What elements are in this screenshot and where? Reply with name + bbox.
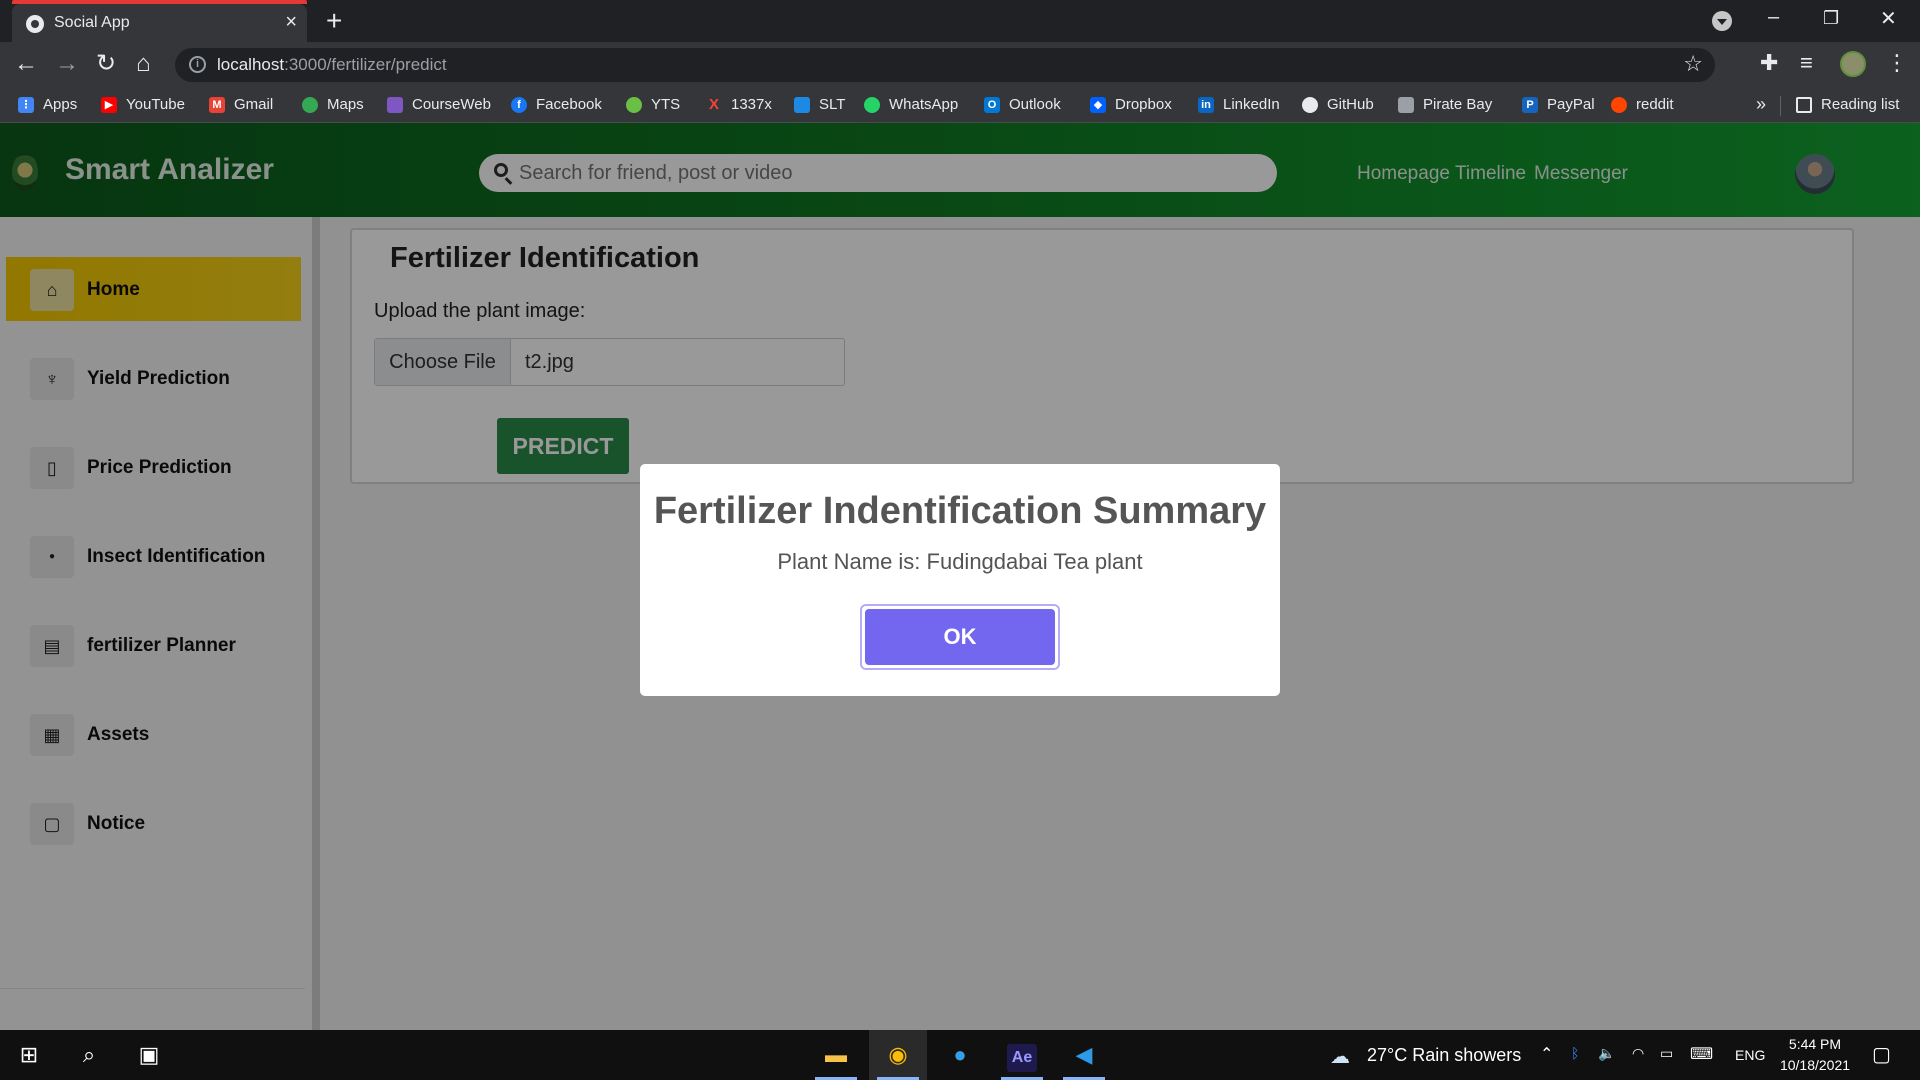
restore-button[interactable]: ❐: [1823, 8, 1839, 29]
apps-grid-icon: ⋮: [18, 96, 34, 113]
bookmark-gmail[interactable]: M Gmail: [209, 96, 273, 113]
close-window-button[interactable]: ✕: [1880, 6, 1897, 31]
pirate-bay-icon: [1398, 96, 1414, 113]
bookmark-apps[interactable]: ⋮ Apps: [18, 96, 77, 113]
youtube-icon: ▶: [101, 96, 117, 113]
vscode-icon[interactable]: ◀: [1055, 1030, 1113, 1080]
modal-title: Fertilizer Indentification Summary: [653, 490, 1267, 532]
home-icon[interactable]: ⌂: [136, 50, 151, 78]
x-icon: X: [708, 95, 719, 113]
ok-button-focus-ring: OK: [860, 604, 1060, 670]
weather-text[interactable]: 27°C Rain showers: [1367, 1045, 1521, 1066]
paypal-icon: P: [1522, 96, 1538, 113]
weather-cloud-icon: ☁: [1330, 1046, 1350, 1068]
maps-pin-icon: [302, 96, 318, 113]
reading-list-button[interactable]: Reading list: [1796, 96, 1899, 113]
tab-favicon-icon: [26, 15, 44, 33]
bookmark-pirate-bay[interactable]: Pirate Bay: [1398, 96, 1492, 113]
browser-tab-strip: Social App × + – ❐ ✕: [0, 0, 1920, 42]
clock-time: 5:44 PM: [1788, 1036, 1842, 1052]
bookmark-star-icon[interactable]: ☆: [1683, 51, 1703, 77]
search-icon[interactable]: ⌕: [60, 1030, 118, 1080]
windows-start-icon[interactable]: ⊞: [0, 1030, 58, 1080]
file-explorer-icon[interactable]: ▬: [807, 1030, 865, 1080]
outlook-icon: O: [984, 96, 1000, 113]
back-arrow-icon[interactable]: ←: [14, 50, 38, 78]
site-info-icon[interactable]: i: [189, 56, 206, 73]
show-hidden-icons-icon[interactable]: ⌃: [1540, 1044, 1553, 1064]
edge-icon[interactable]: ●: [931, 1030, 989, 1080]
tab-search-icon[interactable]: [1712, 11, 1732, 31]
bookmark-linkedin[interactable]: in LinkedIn: [1198, 96, 1280, 113]
media-queue-icon[interactable]: ≡: [1800, 50, 1813, 76]
bookmark-yts[interactable]: YTS: [626, 96, 680, 113]
browser-tab[interactable]: Social App ×: [12, 4, 307, 42]
wifi-icon[interactable]: ◠: [1632, 1045, 1644, 1062]
more-bookmarks-button[interactable]: »: [1756, 94, 1766, 115]
reload-icon[interactable]: ↻: [96, 50, 116, 78]
github-icon: [1302, 96, 1318, 113]
facebook-icon: f: [511, 96, 527, 113]
clock-date: 10/18/2021: [1779, 1057, 1851, 1073]
language-indicator[interactable]: ENG: [1735, 1047, 1765, 1063]
minimize-button[interactable]: –: [1768, 6, 1779, 29]
keyboard-icon[interactable]: ⌨: [1690, 1044, 1713, 1064]
bookmark-paypal[interactable]: P PayPal: [1522, 96, 1595, 113]
bookmark-maps[interactable]: Maps: [302, 96, 364, 113]
chrome-icon[interactable]: ◉: [869, 1030, 927, 1080]
after-effects-icon[interactable]: Ae: [993, 1030, 1051, 1080]
yts-icon: [626, 96, 642, 113]
new-tab-button[interactable]: +: [326, 5, 342, 37]
reddit-icon: [1611, 96, 1627, 113]
system-clock[interactable]: 5:44 PM 10/18/2021: [1770, 1034, 1860, 1076]
address-bar[interactable]: i localhost:3000/fertilizer/predict ☆: [175, 48, 1715, 82]
ok-button[interactable]: OK: [865, 609, 1055, 665]
volume-icon[interactable]: 🔈: [1598, 1045, 1615, 1062]
windows-taskbar: ⊞ ⌕ ▣ ▬ ◉ ● Ae ◀ ☁ 27°C Rain showers ⌃ ᛒ…: [0, 1030, 1920, 1080]
browser-toolbar: ← → ↻ ⌂ i localhost:3000/fertilizer/pred…: [0, 42, 1920, 89]
bookmark-outlook[interactable]: O Outlook: [984, 96, 1061, 113]
modal-text: Plant Name is: Fudingdabai Tea plant: [777, 549, 1143, 574]
bookmark-whatsapp[interactable]: WhatsApp: [864, 96, 958, 113]
bookmarks-bar: ⋮ Apps ▶ YouTube M Gmail Maps CourseWeb f Fa…: [0, 89, 1920, 123]
reading-list-icon: [1796, 96, 1812, 113]
whatsapp-icon: [864, 96, 880, 113]
bookmark-1337x[interactable]: X 1337x: [706, 96, 772, 113]
url-text: localhost:3000/fertilizer/predict: [217, 55, 447, 74]
bookmarks-separator: [1780, 96, 1781, 116]
bookmark-courseweb[interactable]: CourseWeb: [387, 96, 491, 113]
dropbox-icon: ◆: [1090, 96, 1106, 113]
battery-icon[interactable]: ▭: [1660, 1045, 1673, 1062]
slt-icon: [794, 96, 810, 113]
tab-close-icon[interactable]: ×: [285, 11, 297, 34]
task-view-icon[interactable]: ▣: [120, 1030, 178, 1080]
bookmark-reddit[interactable]: reddit: [1611, 96, 1674, 113]
gmail-icon: M: [209, 96, 225, 113]
bookmark-slt[interactable]: SLT: [794, 96, 845, 113]
courseweb-icon: [387, 96, 403, 113]
forward-arrow-icon[interactable]: →: [55, 50, 79, 78]
extensions-puzzle-icon[interactable]: ✚: [1760, 50, 1778, 76]
chrome-menu-icon[interactable]: ⋮: [1886, 50, 1908, 76]
tab-title: Social App: [54, 14, 130, 31]
linkedin-icon: in: [1198, 96, 1214, 113]
profile-avatar[interactable]: [1840, 51, 1866, 77]
bluetooth-icon[interactable]: ᛒ: [1571, 1045, 1579, 1061]
bookmark-github[interactable]: GitHub: [1302, 96, 1374, 113]
bookmark-facebook[interactable]: f Facebook: [511, 96, 602, 113]
bookmark-youtube[interactable]: ▶ YouTube: [101, 96, 185, 113]
summary-modal: Fertilizer Indentification Summary Plant…: [640, 464, 1280, 696]
notifications-icon[interactable]: ▢: [1872, 1042, 1891, 1067]
bookmark-dropbox[interactable]: ◆ Dropbox: [1090, 96, 1172, 113]
